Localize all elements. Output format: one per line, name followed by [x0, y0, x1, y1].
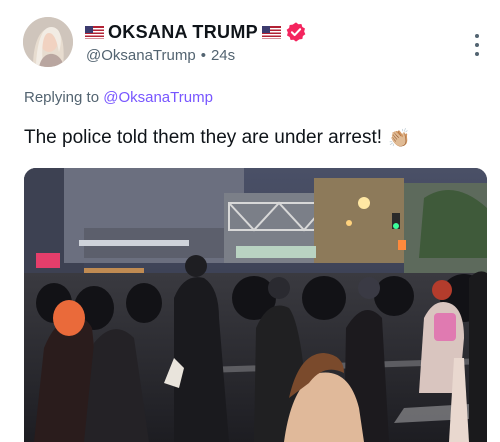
avatar[interactable]: [23, 17, 73, 67]
display-name-row[interactable]: OKSANA TRUMP: [85, 21, 307, 43]
us-flag-icon: [261, 25, 281, 39]
post-card: OKSANA TRUMP @OksanaTrump • 24s Replying…: [6, 0, 494, 442]
separator: •: [200, 47, 206, 64]
replying-handle-link[interactable]: @OksanaTrump: [103, 89, 213, 106]
post-text: The police told them they are under arre…: [24, 127, 410, 149]
timestamp[interactable]: 24s: [211, 47, 235, 64]
display-name: OKSANA TRUMP: [108, 21, 258, 42]
verified-badge-icon: [286, 22, 306, 42]
us-flag-icon: [85, 25, 104, 39]
post-media-image[interactable]: [24, 168, 487, 442]
clapping-hands-icon: 👏🏼: [388, 127, 411, 148]
handle-row: @OksanaTrump • 24s: [86, 47, 235, 64]
handle[interactable]: @OksanaTrump: [86, 47, 196, 64]
replying-label: Replying to: [24, 89, 100, 106]
more-options-icon[interactable]: [474, 34, 480, 56]
post-body: The police told them they are under arre…: [24, 127, 383, 148]
replying-to: Replying to @OksanaTrump: [24, 89, 213, 106]
